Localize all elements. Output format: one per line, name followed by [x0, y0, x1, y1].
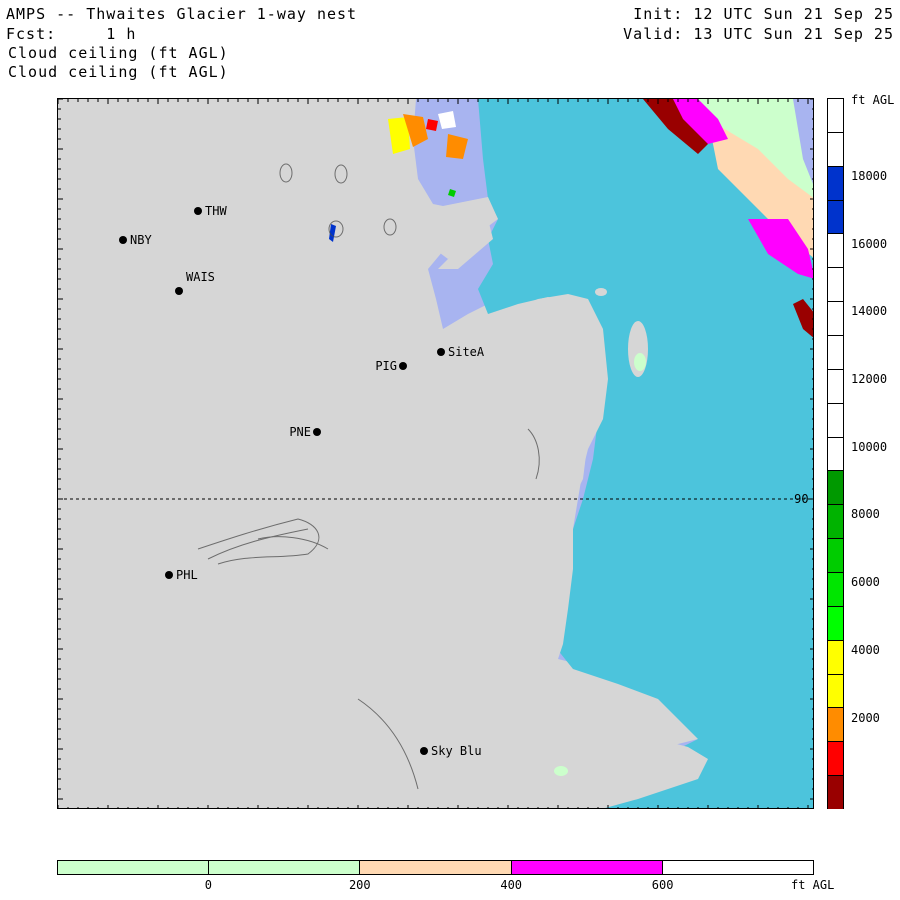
station-label: PIG — [375, 359, 397, 373]
colorbar-segment — [828, 368, 843, 403]
colorbar-segment — [208, 861, 360, 874]
colorbar-segment — [828, 233, 843, 268]
station-label: PNE — [289, 425, 311, 439]
colorbar-segment — [828, 267, 843, 302]
map-panel: 90 W THWNBYWAISSiteAPIGPNEPHLSky Blu — [57, 98, 814, 809]
colorbar-tick-label: 0 — [204, 878, 212, 892]
station-label: Sky Blu — [431, 744, 482, 758]
island — [595, 288, 607, 296]
station-label: PHL — [176, 568, 198, 582]
colorbar-segment — [58, 861, 209, 874]
station-marker — [175, 287, 183, 295]
island — [554, 766, 568, 776]
station-label: NBY — [130, 233, 152, 247]
station-label: WAIS — [186, 270, 215, 284]
colorbar-segment — [359, 861, 511, 874]
colorbar-horizontal — [57, 860, 814, 875]
colorbar-tick-label: 400 — [500, 878, 523, 892]
init-time: Init: 12 UTC Sun 21 Sep 25 — [633, 5, 894, 23]
colorbar-tick-label: 4000 — [851, 642, 880, 657]
station-label: THW — [205, 204, 227, 218]
station-label: SiteA — [448, 345, 485, 359]
station-marker — [399, 362, 407, 370]
field-name-1: Cloud ceiling (ft AGL) — [8, 44, 229, 62]
colorbar-segment — [828, 131, 843, 166]
colorbar-segment — [828, 98, 843, 132]
colorbar-tick-label: 600 — [651, 878, 674, 892]
station-marker — [437, 348, 445, 356]
forecast-hour: Fcst: 1 h — [6, 25, 137, 43]
colorbar-segment — [828, 199, 843, 234]
colorbar-segment — [828, 402, 843, 437]
colorbar-vertical — [827, 98, 844, 809]
colorbar-segment — [828, 504, 843, 539]
colorbar-segment — [828, 470, 843, 505]
colorbar-horizontal-unit: ft AGL — [791, 878, 835, 892]
colorbar-tick-label: 10000 — [851, 439, 888, 454]
colorbar-segment — [828, 165, 843, 200]
colorbar-segment — [510, 861, 662, 874]
colorbar-tick-label: 2000 — [851, 710, 880, 725]
colorbar-segment — [828, 605, 843, 640]
colorbar-segment — [828, 538, 843, 572]
colorbar-segment — [661, 861, 814, 874]
colorbar-segment — [828, 775, 843, 809]
colorbar-segment — [828, 707, 843, 742]
colorbar-segment — [828, 335, 843, 369]
map-canvas: 90 W THWNBYWAISSiteAPIGPNEPHLSky Blu — [58, 99, 813, 808]
colorbar-tick-label: 6000 — [851, 575, 880, 590]
station-marker — [420, 747, 428, 755]
colorbar-segment — [828, 639, 843, 674]
station-marker — [313, 428, 321, 436]
colorbar-tick-label: 16000 — [851, 236, 888, 251]
colorbar-segment — [828, 673, 843, 708]
field-name-2: Cloud ceiling (ft AGL) — [8, 63, 229, 81]
station-marker — [194, 207, 202, 215]
cloud-blob-red — [426, 119, 438, 131]
colorbar-tick-label: 18000 — [851, 168, 888, 183]
colorbar-tick-label: 8000 — [851, 507, 880, 522]
island — [634, 353, 646, 371]
colorbar-tick-label: 14000 — [851, 304, 888, 319]
colorbar-segment — [828, 572, 843, 606]
colorbar-segment — [828, 301, 843, 335]
colorbar-segment — [828, 741, 843, 776]
valid-time: Valid: 13 UTC Sun 21 Sep 25 — [623, 25, 894, 43]
colorbar-tick-label: 12000 — [851, 372, 888, 386]
colorbar-tick-label: 200 — [348, 878, 371, 892]
station-marker — [165, 571, 173, 579]
chart-title: AMPS -- Thwaites Glacier 1-way nest — [6, 5, 358, 23]
colorbar-segment — [828, 436, 843, 471]
colorbar-vertical-unit: ft AGL — [851, 93, 895, 107]
station-marker — [119, 236, 127, 244]
